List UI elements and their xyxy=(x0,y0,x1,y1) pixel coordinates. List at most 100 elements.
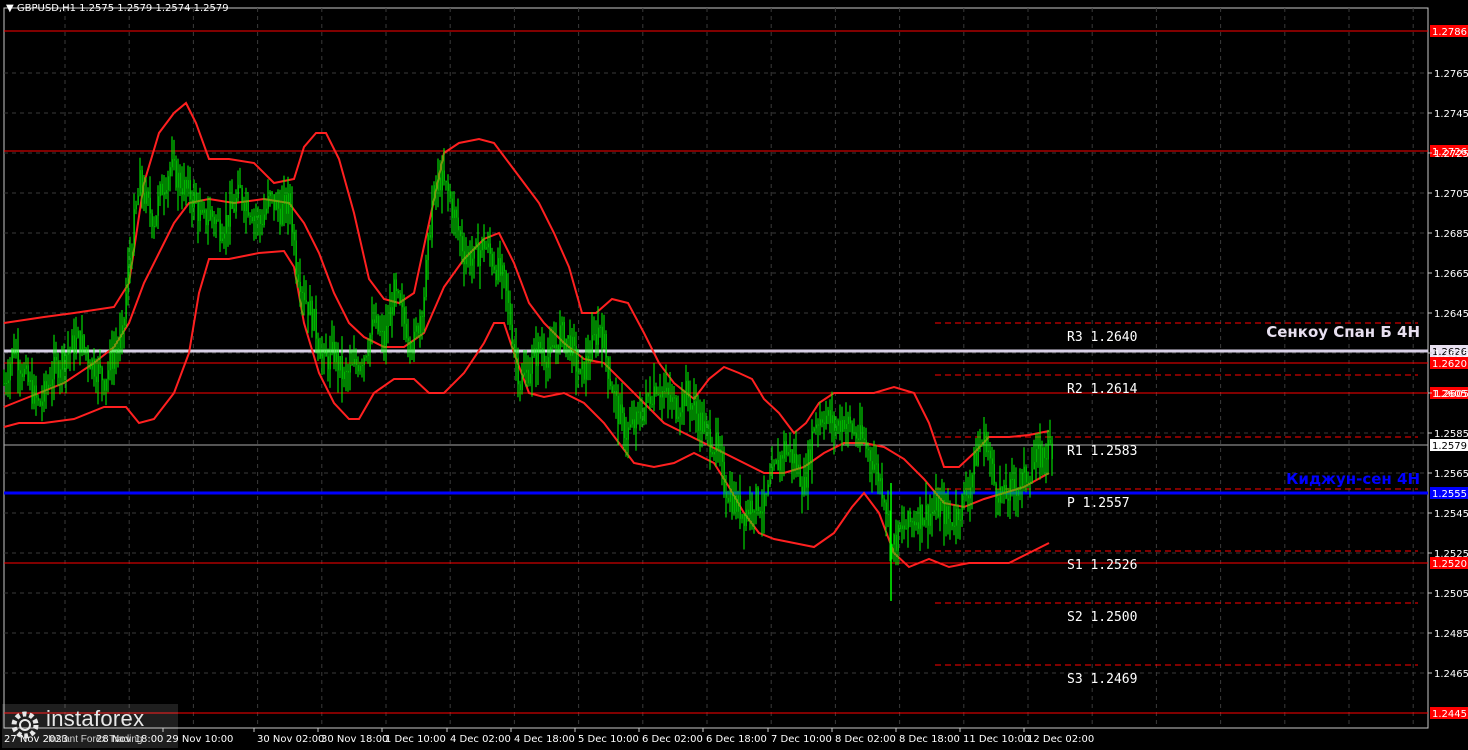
candle-body xyxy=(667,387,669,395)
candle-body xyxy=(311,300,313,331)
candle-body xyxy=(155,215,157,226)
candle-body xyxy=(583,361,585,380)
candle-body xyxy=(673,397,675,399)
candle-body xyxy=(75,337,77,354)
candle-body xyxy=(59,369,61,378)
candle-body xyxy=(197,201,199,221)
candle-body xyxy=(391,307,393,315)
candle-body xyxy=(821,419,823,423)
candle-body xyxy=(525,369,527,373)
candle-body xyxy=(393,279,395,315)
candle-body xyxy=(107,370,109,380)
candle-body xyxy=(985,431,987,453)
x-tick-label: 4 Dec 02:00 xyxy=(450,734,511,745)
candle-body xyxy=(493,266,495,270)
candle-body xyxy=(315,309,317,339)
candle-body xyxy=(503,265,505,272)
candle-body xyxy=(255,215,257,218)
candle-body xyxy=(767,484,769,495)
candle-body xyxy=(719,449,721,453)
candle-body xyxy=(935,497,937,511)
candle-body xyxy=(371,319,373,335)
candle-body xyxy=(401,302,403,308)
candle-body xyxy=(899,524,901,530)
candle-body xyxy=(103,380,105,391)
price-chart[interactable]: 1.27861.27261.26201.26051.25201.24451.26… xyxy=(0,0,1468,750)
candle-body xyxy=(223,233,225,239)
candle-body xyxy=(561,322,563,326)
x-tick-label: 6 Dec 18:00 xyxy=(706,734,767,745)
candle-body xyxy=(361,365,363,367)
candle-body xyxy=(323,350,325,354)
candle-body xyxy=(433,185,435,201)
pivot-label-p: P 1.2557 xyxy=(1067,496,1130,511)
candle-body xyxy=(373,319,375,323)
candle-body xyxy=(149,197,151,214)
candle-body xyxy=(337,349,339,371)
candle-body xyxy=(843,420,845,430)
candle-body xyxy=(1027,481,1029,483)
candle-body xyxy=(233,208,235,212)
candle-body xyxy=(515,349,517,358)
candle-body xyxy=(593,334,595,336)
candle-body xyxy=(91,359,93,370)
candle-body xyxy=(199,209,201,221)
candle-body xyxy=(625,438,627,440)
candle-body xyxy=(789,449,791,453)
candle-body xyxy=(303,292,305,301)
candle-body xyxy=(443,170,445,182)
candle-body xyxy=(845,424,847,430)
candle-body xyxy=(89,363,91,370)
candle-body xyxy=(945,506,947,525)
candle-body xyxy=(1033,462,1035,470)
candle-body xyxy=(163,192,165,195)
candle-body xyxy=(649,396,651,404)
x-tick-label: 8 Dec 02:00 xyxy=(835,734,896,745)
candle-body xyxy=(87,352,89,364)
candle-body xyxy=(285,194,287,214)
candle-body xyxy=(511,324,513,345)
candle-body xyxy=(47,384,49,389)
candle-body xyxy=(409,341,411,349)
candle-body xyxy=(849,416,851,424)
candle-body xyxy=(587,355,589,363)
candle-body xyxy=(403,307,405,324)
candle-body xyxy=(269,192,271,196)
candle-body xyxy=(641,418,643,422)
candle-body xyxy=(459,230,461,237)
candle-body xyxy=(273,194,275,210)
candle-body xyxy=(423,297,425,317)
candle-body xyxy=(575,346,577,372)
candle-body xyxy=(579,369,581,374)
candle-body xyxy=(959,519,961,521)
candle-body xyxy=(165,190,167,193)
y-tick-label: 1.2685 xyxy=(1434,229,1468,240)
level-price-label: 1.2786 xyxy=(1432,27,1467,38)
candle-body xyxy=(819,419,821,426)
candle-body xyxy=(811,431,813,463)
candle-body xyxy=(707,424,709,429)
candle-body xyxy=(657,394,659,395)
candle-body xyxy=(885,502,887,515)
candle-body xyxy=(131,252,133,258)
level-price-label: 1.2620 xyxy=(1432,359,1467,370)
instaforex-watermark: instaforex Instant Forex Trading xyxy=(2,704,178,748)
candle-body xyxy=(827,410,829,416)
candle-body xyxy=(743,514,745,526)
candle-body xyxy=(123,318,125,326)
candle-body xyxy=(351,364,353,366)
candle-body xyxy=(633,419,635,429)
candle-body xyxy=(249,215,251,217)
candle-body xyxy=(1007,498,1009,501)
candle-body xyxy=(9,363,11,381)
candle-body xyxy=(347,370,349,373)
candle-body xyxy=(99,364,101,368)
candle-body xyxy=(205,209,207,226)
dropdown-triangle-icon[interactable]: ▼ xyxy=(6,3,14,14)
candle-body xyxy=(321,353,323,359)
candle-body xyxy=(1015,488,1017,496)
candle-body xyxy=(11,349,13,364)
candle-body xyxy=(681,394,683,413)
candle-body xyxy=(417,325,419,334)
candle-body xyxy=(531,356,533,374)
